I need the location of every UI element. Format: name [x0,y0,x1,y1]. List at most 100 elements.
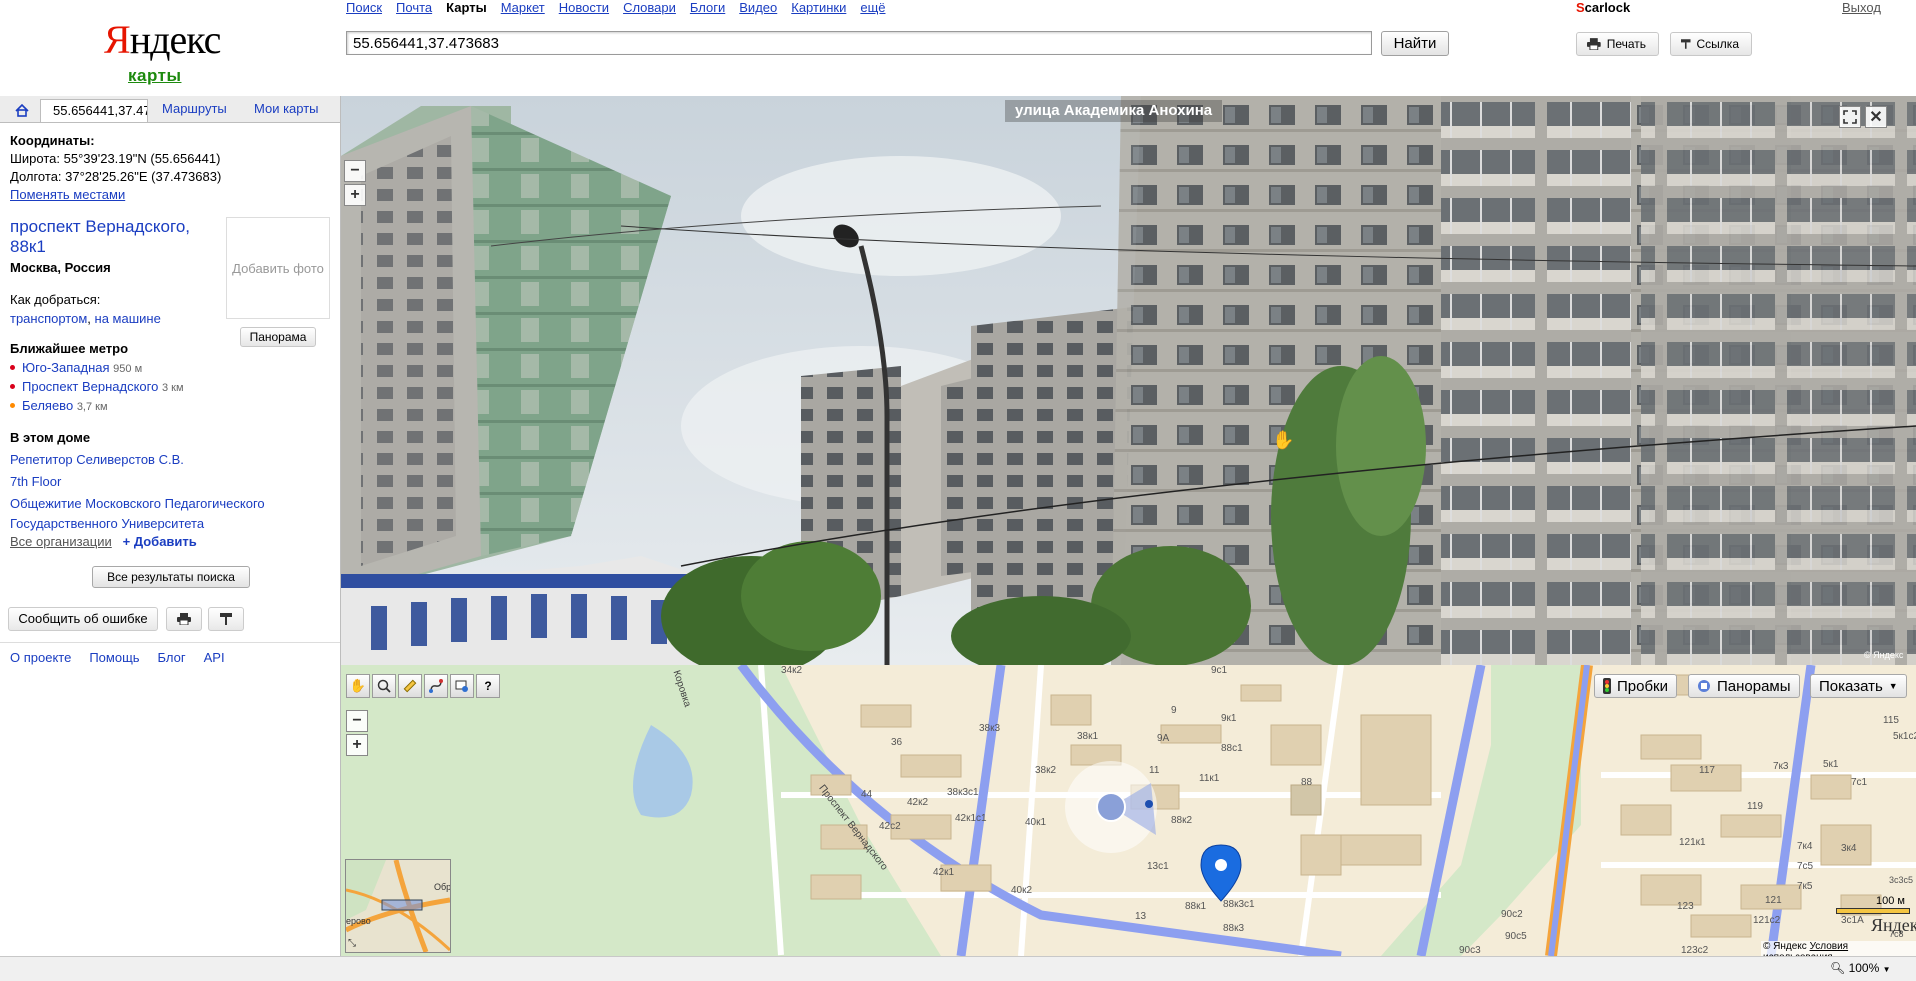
map-label: 123с2 [1681,945,1709,956]
map-help-tool[interactable]: ? [476,674,500,698]
org-link[interactable]: 7th Floor [10,473,61,490]
footer-about-link[interactable]: О проекте [10,650,71,665]
map-ruler-tool[interactable] [398,674,422,698]
nav-more[interactable]: ещё [860,0,885,15]
map-label: 3с1А [1841,915,1864,926]
map-label: 88к2 [1171,815,1193,826]
print-button[interactable]: Печать [1576,32,1659,56]
metro-item[interactable]: Юго-Западная 950 м [10,359,142,378]
panorama-button[interactable]: Панорама [240,327,316,347]
map-label: 38к3с1 [947,787,979,798]
swap-coordinates-link[interactable]: Поменять местами [10,186,125,203]
map-label: 115 [1883,715,1899,726]
report-error-button[interactable]: Сообщить об ошибке [8,607,158,631]
map-label: 7к3 [1773,761,1789,772]
map-view[interactable]: 34к2 9с1 9 9к1 38к3 38к1 9А 88с1 36 38к2… [341,665,1916,956]
route-icon [429,679,443,693]
nav-search[interactable]: Поиск [346,0,382,15]
org-link[interactable]: Репетитор Селиверстов С.В. [10,451,184,468]
map-zoom-out-button[interactable]: − [346,710,368,732]
hand-cursor-icon: ✋ [1272,430,1295,450]
nav-video[interactable]: Видео [739,0,777,15]
map-drag-tool[interactable]: ✋ [346,674,370,698]
panorama-copyright: © Яндекс [1864,650,1904,660]
tab-home[interactable] [8,99,36,121]
metro-line-dot [10,384,15,390]
logout-link[interactable]: Выход [1842,0,1881,15]
map-label: 90с3 [1459,945,1481,956]
footer-help-link[interactable]: Помощь [89,650,139,665]
close-icon: ✕ [1869,109,1883,126]
minimap-expand-icon[interactable]: ⤡ [348,938,356,949]
username[interactable]: Scarlock [1576,0,1630,15]
traffic-button-label: Пробки [1617,677,1668,695]
tab-routes[interactable]: Маршруты [162,101,227,116]
tab-coordinates[interactable]: 55.656441,37.473683 [40,99,148,122]
link-button[interactable]: Ссылка [1670,32,1752,56]
map-label: 88к3 [1223,923,1245,934]
metro-distance: 3 км [161,382,184,394]
add-photo-box[interactable]: Добавить фото [226,217,330,319]
nav-market[interactable]: Маркет [501,0,545,15]
map-label: 3с3с5 [1889,875,1914,885]
panoramas-button[interactable]: Панорамы [1688,674,1800,698]
search-button[interactable]: Найти [1381,31,1449,56]
panorama-close-button[interactable]: ✕ [1865,106,1887,128]
map-route-tool[interactable] [424,674,448,698]
add-organization-link[interactable]: + Добавить [123,534,197,549]
plus-icon: + [350,186,360,203]
maps-service-link[interactable]: карты [128,66,181,86]
footer-links: О проекте Помощь Блог API [10,650,225,665]
minimap[interactable]: Обр ерово ⤡ [345,859,451,953]
street-panorama[interactable]: улица Академика Анохина − + ✕ © Яндекс ✋ [341,96,1916,665]
panel-link-button[interactable] [208,607,244,631]
nav-mail[interactable]: Почта [396,0,432,15]
org-link-line-2: Государственного Университета [10,516,205,531]
directions-transport-link[interactable]: транспортом [10,311,87,326]
address-title[interactable]: проспект Вернадского, 88к1 [10,217,190,257]
panel-print-button[interactable] [166,607,202,631]
map-magnifier-tool[interactable] [372,674,396,698]
metro-item[interactable]: Беляево 3,7 км [10,397,108,416]
footer-api-link[interactable]: API [204,650,225,665]
metro-item[interactable]: Проспект Вернадского 3 км [10,378,184,397]
minus-icon: − [352,712,362,729]
map-label: 123 [1677,901,1694,912]
tab-my-maps[interactable]: Мои карты [254,101,319,116]
nav-dictionaries[interactable]: Словари [623,0,676,15]
map-label: 40к2 [1011,885,1033,896]
left-panel: 55.656441,37.473683 Маршруты Мои карты К… [0,96,341,956]
map-brand-logo: Яндекс [1871,915,1916,935]
all-organizations-link[interactable]: Все организации [10,534,112,549]
username-first-letter: S [1576,0,1585,15]
footer-blog-link[interactable]: Блог [158,650,186,665]
panorama-fullscreen-button[interactable] [1839,106,1861,128]
yandex-logo[interactable]: Яндекс [104,18,221,62]
org-link[interactable]: Общежитие Московского Педагогического Го… [10,495,265,532]
zoom-level[interactable]: 🔍︎ 100% ▼ [1830,961,1891,975]
all-results-button[interactable]: Все результаты поиска [92,566,250,588]
nav-blogs[interactable]: Блоги [690,0,725,15]
header: Яндекс карты Поиск Почта Карты Маркет Но… [0,0,1916,96]
map-label: 5к1 [1823,759,1839,770]
traffic-button[interactable]: Пробки [1594,674,1677,698]
search-input[interactable] [346,31,1372,55]
nav-news[interactable]: Новости [559,0,609,15]
map-copyright: © Яндекс Условия использования [1761,941,1916,956]
nav-maps[interactable]: Карты [446,0,487,15]
metro-distance: 3,7 км [76,401,108,413]
panorama-zoom-out-button[interactable]: − [344,160,366,182]
nav-images[interactable]: Картинки [791,0,846,15]
directions-car-link[interactable]: на машине [95,311,161,326]
map-copyright-text: © Яндекс [1763,941,1807,952]
traffic-light-icon [1603,678,1611,694]
metro-name: Проспект Вернадского [22,379,159,394]
building-title: В этом доме [10,430,91,445]
map-label: 11 [1149,765,1160,776]
show-layers-dropdown[interactable]: Показать ▼ [1810,674,1907,698]
map-zoom-in-button[interactable]: + [346,734,368,756]
map-label: 117 [1699,765,1715,776]
panorama-image [341,96,1916,665]
panorama-zoom-in-button[interactable]: + [344,184,366,206]
map-layers-tool[interactable] [450,674,474,698]
